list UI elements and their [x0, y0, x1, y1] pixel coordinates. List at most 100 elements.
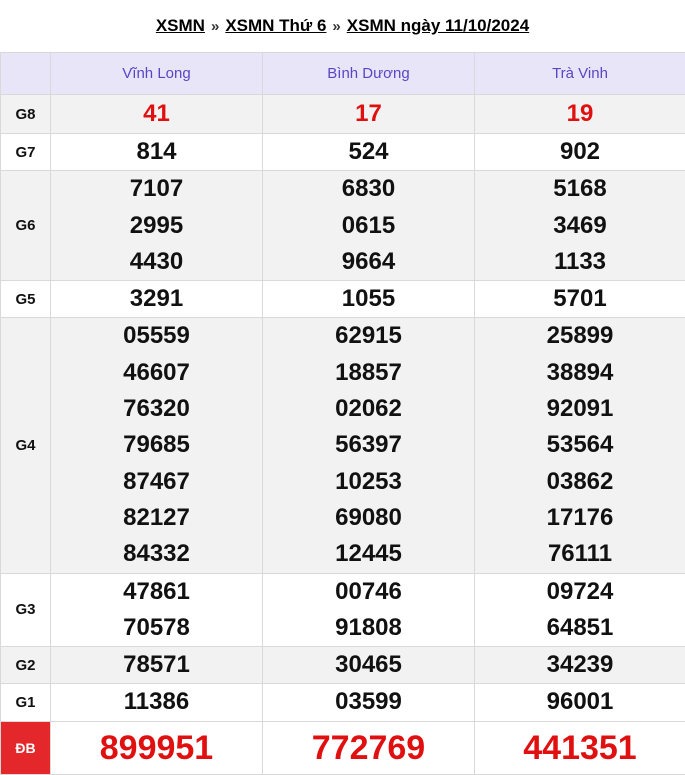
prize-cell: 03599	[263, 684, 475, 721]
prize-label: ĐB	[1, 721, 51, 774]
prize-number: 70578	[51, 610, 262, 646]
prize-cell: 899951	[51, 721, 263, 774]
prize-number: 53564	[475, 427, 685, 463]
prize-row: G1113860359996001	[1, 684, 685, 721]
prize-cell: 34239	[475, 647, 685, 684]
prize-cell: 78571	[51, 647, 263, 684]
prize-cell: 5701	[475, 281, 685, 318]
prize-number: 772769	[263, 722, 474, 774]
prize-number: 18857	[263, 355, 474, 391]
prize-number: 87467	[51, 464, 262, 500]
prize-number: 76320	[51, 391, 262, 427]
prize-number: 4430	[51, 244, 262, 280]
prize-number: 76111	[475, 536, 685, 572]
prize-number: 3291	[51, 281, 262, 317]
prize-label: G8	[1, 95, 51, 134]
prize-number: 56397	[263, 427, 474, 463]
prize-cell: 11386	[51, 684, 263, 721]
prize-label: G5	[1, 281, 51, 318]
prize-cell: 683006159664	[263, 171, 475, 281]
prize-number: 3469	[475, 208, 685, 244]
prize-number: 902	[475, 134, 685, 170]
province-header[interactable]: Bình Dương	[263, 53, 475, 95]
prize-cell: 17	[263, 95, 475, 134]
prize-row: G3478617057800746918080972464851	[1, 573, 685, 647]
prize-number: 6830	[263, 171, 474, 207]
prize-number: 10253	[263, 464, 474, 500]
prize-cell: 4786170578	[51, 573, 263, 647]
breadcrumb-link-xsmn-date[interactable]: XSMN ngày 11/10/2024	[347, 16, 529, 36]
breadcrumb: XSMN » XSMN Thứ 6 » XSMN ngày 11/10/2024	[0, 0, 685, 52]
prize-row: G8411719	[1, 95, 685, 134]
prize-cell: 19	[475, 95, 685, 134]
prize-number: 47861	[51, 574, 262, 610]
prize-number: 46607	[51, 355, 262, 391]
prize-cell: 41	[51, 95, 263, 134]
prize-number: 41	[51, 96, 262, 132]
breadcrumb-separator: »	[211, 18, 219, 35]
prize-label: G4	[1, 318, 51, 573]
prize-row: G405559466077632079685874678212784332629…	[1, 318, 685, 573]
prize-number: 96001	[475, 684, 685, 720]
prize-cell: 441351	[475, 721, 685, 774]
prize-number: 524	[263, 134, 474, 170]
header-row: Vĩnh Long Bình Dương Trà Vinh	[1, 53, 685, 95]
prize-number: 1133	[475, 244, 685, 280]
prize-number: 62915	[263, 318, 474, 354]
prize-number: 5168	[475, 171, 685, 207]
prize-number: 92091	[475, 391, 685, 427]
prize-number: 441351	[475, 722, 685, 774]
breadcrumb-separator: »	[332, 18, 340, 35]
prize-number: 02062	[263, 391, 474, 427]
prize-number: 69080	[263, 500, 474, 536]
prize-number: 91808	[263, 610, 474, 646]
prize-cell: 25899388949209153564038621717676111	[475, 318, 685, 573]
prize-number: 00746	[263, 574, 474, 610]
prize-cell: 710729954430	[51, 171, 263, 281]
prize-number: 34239	[475, 647, 685, 683]
prize-label: G6	[1, 171, 51, 281]
prize-number: 899951	[51, 722, 262, 774]
prize-number: 09724	[475, 574, 685, 610]
prize-row: G6710729954430683006159664516834691133	[1, 171, 685, 281]
prize-number: 25899	[475, 318, 685, 354]
prize-number: 2995	[51, 208, 262, 244]
prize-cell: 3291	[51, 281, 263, 318]
prize-number: 17176	[475, 500, 685, 536]
prize-number: 1055	[263, 281, 474, 317]
prize-cell: 1055	[263, 281, 475, 318]
prize-number: 84332	[51, 536, 262, 572]
prize-number: 9664	[263, 244, 474, 280]
prize-number: 7107	[51, 171, 262, 207]
prize-number: 30465	[263, 647, 474, 683]
header-corner	[1, 53, 51, 95]
prize-cell: 30465	[263, 647, 475, 684]
prize-number: 5701	[475, 281, 685, 317]
prize-label: G7	[1, 134, 51, 171]
prize-number: 64851	[475, 610, 685, 646]
breadcrumb-link-xsmn[interactable]: XSMN	[156, 16, 205, 36]
prize-number: 814	[51, 134, 262, 170]
prize-label: G1	[1, 684, 51, 721]
prize-number: 0615	[263, 208, 474, 244]
prize-cell: 0972464851	[475, 573, 685, 647]
prize-number: 79685	[51, 427, 262, 463]
prize-number: 03599	[263, 684, 474, 720]
province-header[interactable]: Vĩnh Long	[51, 53, 263, 95]
prize-number: 12445	[263, 536, 474, 572]
prize-number: 11386	[51, 684, 262, 720]
province-header: Trà Vinh	[475, 53, 685, 95]
prize-cell: 814	[51, 134, 263, 171]
prize-cell: 62915188570206256397102536908012445	[263, 318, 475, 573]
prize-number: 38894	[475, 355, 685, 391]
results-table: Vĩnh Long Bình Dương Trà Vinh G8411719G7…	[0, 52, 685, 775]
prize-cell: 05559466077632079685874678212784332	[51, 318, 263, 573]
prize-number: 17	[263, 96, 474, 132]
breadcrumb-link-xsmn-thu6[interactable]: XSMN Thứ 6	[225, 16, 326, 36]
prize-number: 05559	[51, 318, 262, 354]
prize-cell: 96001	[475, 684, 685, 721]
prize-row: G5329110555701	[1, 281, 685, 318]
prize-number: 03862	[475, 464, 685, 500]
prize-label: G2	[1, 647, 51, 684]
prize-number: 19	[475, 96, 685, 132]
